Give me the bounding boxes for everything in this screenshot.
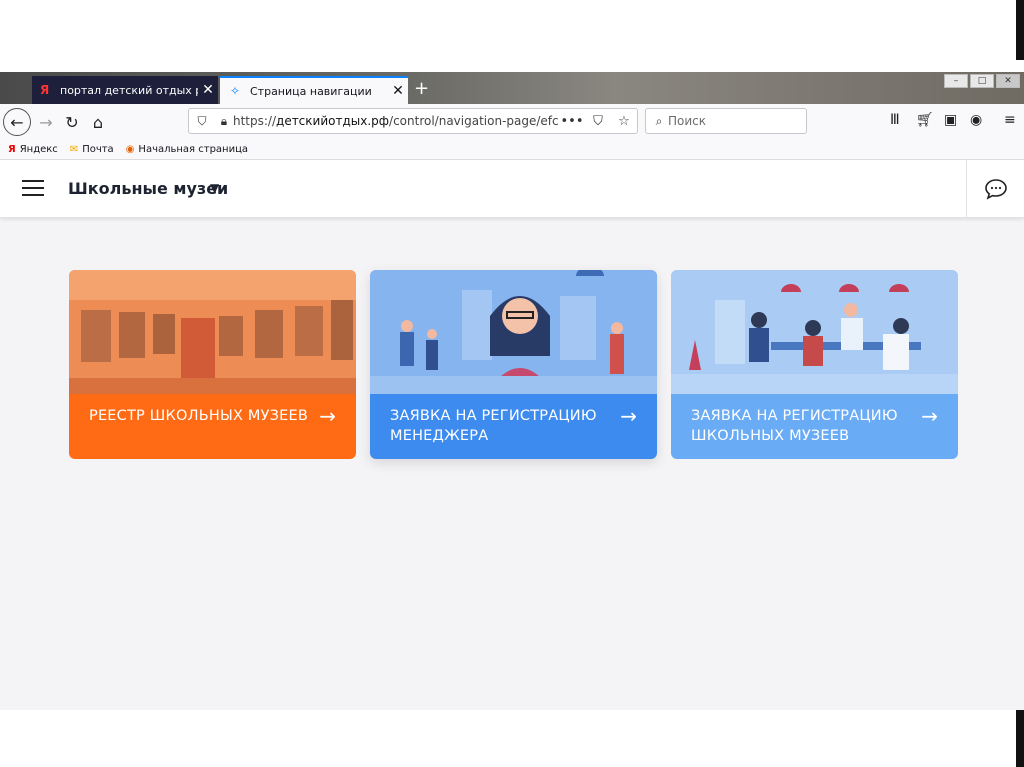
reload-icon[interactable]: ↻ [58,108,86,136]
menu-icon[interactable]: ≡ [1004,112,1016,128]
sidebar-icon[interactable]: ▣ [944,112,957,128]
yandex-icon: Я [40,83,50,97]
slide-edge [1016,710,1024,767]
url-text[interactable]: https://детскийотдых.рф/control/navigati… [233,114,559,128]
card-label: РЕЕСТР ШКОЛЬНЫХ МУЗЕЕВ [89,408,309,424]
maximize-icon[interactable]: □ [970,74,994,88]
forward-arrow-icon[interactable]: → [32,108,60,136]
tab-title: Страница навигации [250,84,372,98]
card-footer: ЗАЯВКА НА РЕГИСТРАЦИЮ МЕНЕДЖЕРА → [370,394,657,459]
bookmark-label: Почта [82,144,114,155]
site-favicon-icon: ✧ [230,84,241,98]
bookmarks-bar: Я Яндекс ✉ Почта ◉ Начальная страница [0,140,1024,160]
card-label: ЗАЯВКА НА РЕГИСТРАЦИЮ ШКОЛЬНЫХ МУЗЕЕВ [691,408,898,444]
bookmark-label: Яндекс [19,144,58,155]
shield-icon[interactable]: ⛉ [193,114,211,129]
mail-icon: ✉ [69,144,79,155]
tab-navigation-page[interactable]: ✧ Страница навигации ✕ [220,76,408,104]
close-icon[interactable]: ✕ [198,82,218,98]
browser-window: Я портал детский отдых рф — Я ✕ ✧ Страни… [0,72,1024,710]
card-label: ЗАЯВКА НА РЕГИСТРАЦИЮ МЕНЕДЖЕРА [390,408,597,444]
card-image-museum-hall [69,270,356,394]
card-footer: РЕЕСТР ШКОЛЬНЫХ МУЗЕЕВ → [69,394,356,459]
cart-icon[interactable]: 🛒︎ [916,112,934,128]
museum-hall-illustration [69,270,356,394]
bookmark-label: Начальная страница [138,144,249,155]
arrow-right-icon: → [319,404,336,428]
more-actions-icon[interactable]: ••• [559,114,585,129]
firefox-icon: ◉ [125,144,135,155]
bookmark-star-icon[interactable]: ☆ [611,114,637,129]
search-placeholder: Поиск [668,114,707,128]
lock-icon[interactable]: 🔒︎ [215,114,233,129]
pocket-icon[interactable]: ⛉ [585,114,611,129]
window-close-icon[interactable]: ✕ [996,74,1020,88]
arrow-right-icon: → [921,404,938,428]
url-path: /control/navigation-page/efcb79 [389,114,559,128]
library-icon[interactable]: Ⅲ [890,112,900,128]
tab-yandex-search[interactable]: Я портал детский отдых рф — Я ✕ [32,76,218,104]
close-icon[interactable]: ✕ [388,83,408,99]
url-bar[interactable]: ⛉ 🔒︎ https://детскийотдых.рф/control/nav… [188,108,638,134]
chat-bubble-icon [984,179,1007,200]
url-prefix: https:// [233,114,277,128]
tab-strip: Я портал детский отдых рф — Я ✕ ✧ Страни… [0,72,1024,104]
card-footer: ЗАЯВКА НА РЕГИСТРАЦИЮ ШКОЛЬНЫХ МУЗЕЕВ → [671,394,958,459]
bookmark-yandex[interactable]: Я Яндекс [8,144,58,155]
url-host: детскийотдых.рф [276,114,390,128]
tab-title: портал детский отдых рф — Я [60,83,198,97]
bookmark-home-page[interactable]: ◉ Начальная страница [126,144,248,155]
card-manager-registration[interactable]: ЗАЯВКА НА РЕГИСТРАЦИЮ МЕНЕДЖЕРА → [370,270,657,459]
new-tab-icon[interactable]: + [414,78,429,99]
bookmark-mail[interactable]: ✉ Почта [70,144,114,155]
search-icon: ⌕ [655,113,663,128]
card-image-meeting [671,270,958,394]
section-title[interactable]: Школьные музеи [68,179,228,198]
yandex-icon: Я [8,144,16,155]
navigation-toolbar: ← → ↻ ⌂ ⛉ 🔒︎ https://детскийотдых.рф/con… [0,104,1024,140]
chevron-down-icon[interactable]: ▼ [210,181,219,195]
slide-top-margin [0,0,1024,72]
arrow-right-icon: → [620,404,637,428]
card-image-manager [370,270,657,394]
meeting-illustration [671,270,958,394]
search-input[interactable]: ⌕ Поиск [645,108,807,134]
chat-button[interactable] [966,160,1024,218]
page-header: Школьные музеи ▼ [0,160,1024,218]
account-icon[interactable]: ◉ [970,112,982,128]
hamburger-menu-icon[interactable] [22,180,44,198]
slide-edge [1016,0,1024,60]
slide-bottom-margin [0,710,1024,767]
back-arrow-icon[interactable]: ← [3,108,31,136]
manager-illustration [370,270,657,394]
card-museum-registry[interactable]: РЕЕСТР ШКОЛЬНЫХ МУЗЕЕВ → [69,270,356,459]
minimize-icon[interactable]: – [944,74,968,88]
card-museum-registration[interactable]: ЗАЯВКА НА РЕГИСТРАЦИЮ ШКОЛЬНЫХ МУЗЕЕВ → [671,270,958,459]
home-icon[interactable]: ⌂ [84,108,112,136]
